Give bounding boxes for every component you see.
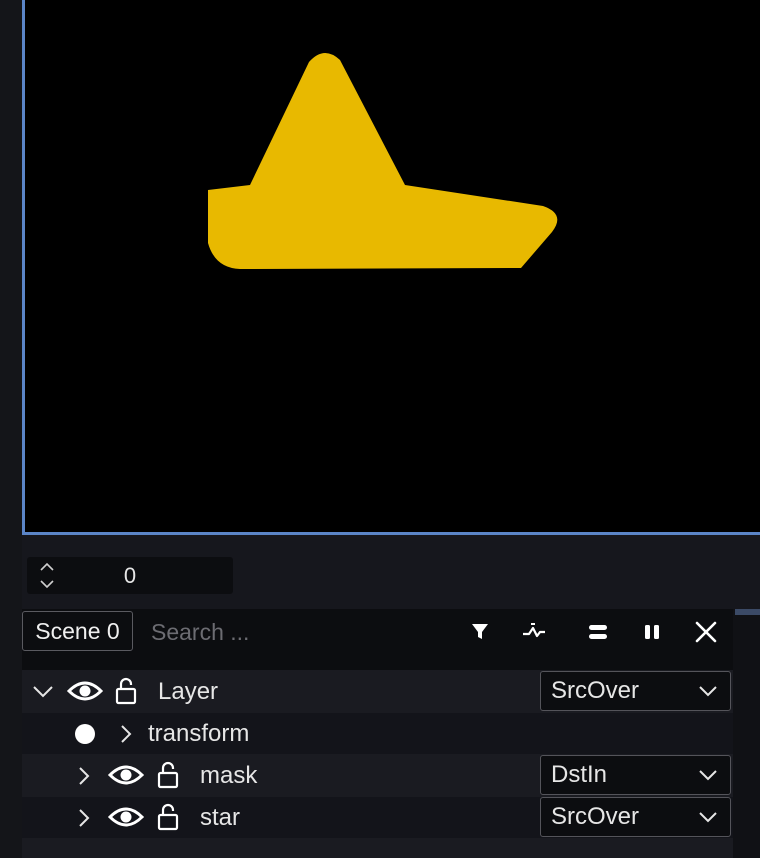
preview-svg [208,52,558,269]
star-row[interactable]: star SrcOver [22,797,733,838]
search-input[interactable] [141,612,471,652]
mask-row[interactable]: mask DstIn [22,755,733,796]
chevron-down-icon[interactable] [31,682,55,702]
lock-open-icon[interactable] [157,760,179,790]
panel-right-edge [733,609,760,858]
lock-open-icon[interactable] [157,802,179,832]
frame-stepper[interactable]: 0 [27,557,233,594]
chevron-down-icon [699,770,717,781]
mask-label: mask [200,762,258,789]
chevron-right-icon[interactable] [76,765,92,787]
blend-mode-select[interactable]: DstIn [540,755,731,795]
star-label: star [200,804,241,831]
canvas-viewport[interactable] [22,0,760,535]
layer-label: Layer [158,678,219,705]
keyframe-dot-icon[interactable] [74,723,96,745]
yellow-shape [208,52,558,269]
equal-icon[interactable] [583,617,613,647]
frame-value[interactable]: 0 [27,557,233,594]
blend-mode-value: SrcOver [551,677,640,704]
eye-icon[interactable] [108,762,144,788]
layer-row[interactable]: Layer SrcOver [22,671,733,712]
lock-open-icon[interactable] [115,676,137,706]
blend-mode-select[interactable]: SrcOver [540,797,731,837]
pause-icon[interactable] [637,617,667,647]
filter-icon[interactable] [465,617,495,647]
chevron-down-icon [699,686,717,697]
chevron-right-icon[interactable] [118,723,134,745]
blend-mode-value: SrcOver [551,803,640,830]
chevron-down-icon [699,812,717,823]
close-icon[interactable] [691,617,721,647]
blend-mode-value: DstIn [551,761,608,788]
scene-selector-button[interactable]: Scene 0 [22,611,133,651]
chevron-right-icon[interactable] [76,807,92,829]
eye-icon[interactable] [108,804,144,830]
curve-icon[interactable] [519,617,549,647]
blend-mode-select[interactable]: SrcOver [540,671,731,711]
panel-top-accent [735,609,760,615]
eye-icon[interactable] [67,678,103,704]
transform-row[interactable]: transform [22,713,733,754]
transform-label: transform [148,720,250,747]
